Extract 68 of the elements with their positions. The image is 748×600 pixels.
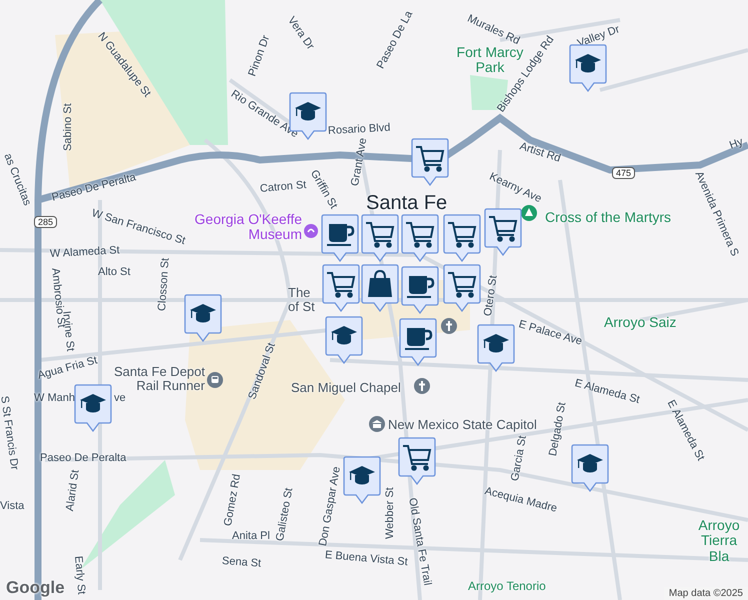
street-label: Artist Rd [518,140,562,165]
street-label: Grant Ave [349,137,370,188]
capitol-icon [369,416,385,432]
street-label: E Buena Vista St [324,549,408,568]
street-label: Vista [0,500,24,512]
cart-marker[interactable] [401,214,439,262]
school-marker[interactable] [325,316,363,364]
street-label: Hy [728,136,745,152]
cart-marker[interactable] [443,214,481,262]
street-label: Paseo De Peralta [40,452,126,464]
street-label: Garcia St [509,434,529,482]
school-marker[interactable] [571,444,609,492]
street-label: E Alameda St [573,377,641,406]
school-marker[interactable] [74,384,112,432]
street-label: Paseo De Peralta [50,171,138,204]
cart-marker[interactable] [484,208,522,256]
place-label: New Mexico State Capitol [388,418,537,432]
park-label: Arroyo Saiz [604,315,676,330]
cart-marker[interactable] [443,264,481,312]
street-label: Don Gaspar Ave [317,466,343,548]
tree-icon [521,205,537,221]
street-label: E Palace Ave [517,318,584,348]
coffee-marker[interactable] [399,318,437,366]
school-marker[interactable] [343,456,381,504]
street-label: Galisteo St [274,487,296,542]
museum-label: Georgia O'Keeffe Museum [194,212,302,243]
museum-icon [304,224,318,238]
park-label: Arroyo Tenorio [468,580,546,594]
street-label: Alto St [98,266,130,278]
cart-marker[interactable] [411,138,449,186]
street-label: S St Francis Dr [0,395,20,471]
street-label: Otero St [482,274,500,317]
cart-marker[interactable] [361,214,399,262]
cross-icon [441,318,457,334]
street-label: W Alameda St [50,244,120,260]
cross-icon [414,378,430,394]
school-marker[interactable] [569,44,607,92]
street-label: Pinon Dr [246,34,272,78]
cart-marker[interactable] [322,264,360,312]
place-label: Santa Fe Depot Rail Runner [112,365,205,394]
train-icon [207,372,223,388]
street-label: Valley Dr [576,23,622,50]
street-label: Sena St [222,555,262,570]
street-label: Rosario Blvd [328,122,391,138]
street-label: Sabino St [62,103,74,152]
route-shield: 475 [612,167,636,179]
street-label: Early St [72,556,88,595]
place-label: San Miguel Chapel [291,381,401,396]
street-label: Delgado St [547,401,568,458]
street-label: Gomez Rd [222,473,244,528]
route-shield: 285 [34,216,58,228]
street-label: Acequia Madre [484,485,558,515]
street-label: Alarid St [64,469,82,512]
street-label: Closson St [156,258,172,312]
street-label: Agua Fria St [36,354,99,382]
coffee-marker[interactable] [321,214,359,262]
place-label: of St [288,300,315,314]
street-label: as Crucitas [1,152,34,208]
street-label: Webber St [384,487,396,540]
street-label: Catron St [259,178,307,196]
place-label: The [288,286,310,300]
city-label: Santa Fe [366,192,448,214]
street-label: ve [114,392,126,404]
cart-marker[interactable] [398,437,436,485]
street-label: Anita Pl [232,530,270,542]
park-label: Cross of the Martyrs [545,210,672,226]
park-label: Arroyo Tierra Bla [697,518,741,564]
school-marker[interactable] [477,324,515,372]
